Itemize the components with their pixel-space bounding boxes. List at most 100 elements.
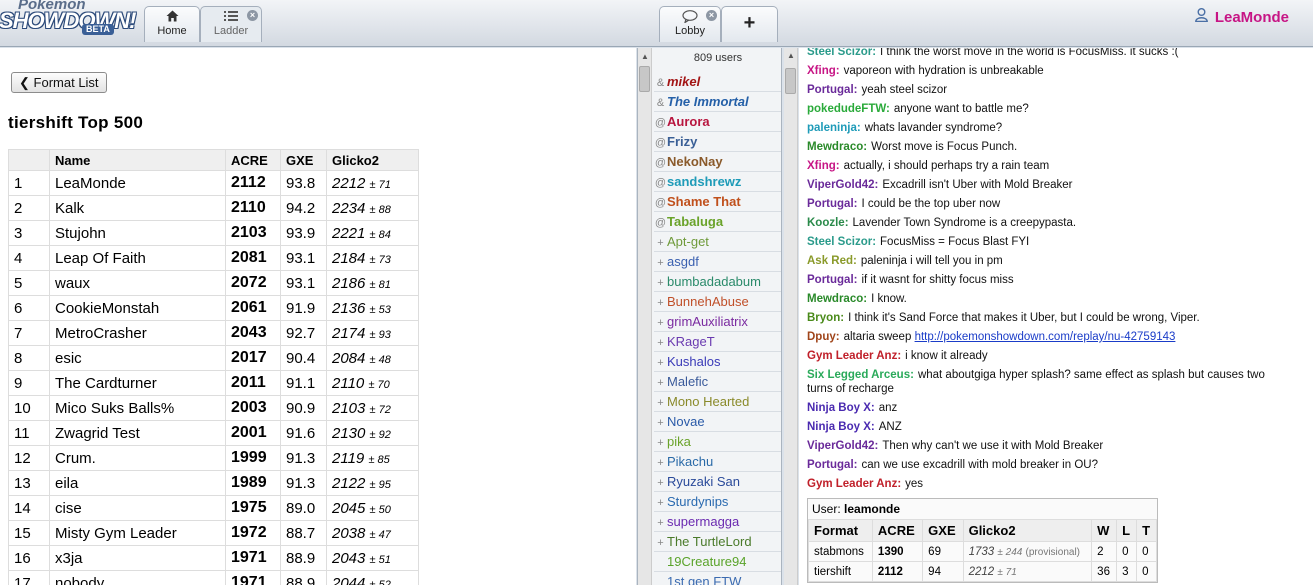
user-menu[interactable]: LeaMonde	[1194, 8, 1289, 26]
close-icon[interactable]: ×	[706, 10, 717, 21]
userlist-item[interactable]: @Aurora	[654, 112, 781, 132]
player-name-cell[interactable]: Leap Of Faith	[49, 245, 226, 271]
userlist-name[interactable]: The TurtleLord	[667, 534, 752, 549]
scroll-up-icon[interactable]: ▲	[785, 51, 797, 63]
chat-username[interactable]: ViperGold42:	[807, 440, 878, 452]
chat-username[interactable]: Portugal:	[807, 84, 857, 96]
rank-format-cell[interactable]: tiershift	[808, 561, 873, 582]
userlist-item[interactable]: + Mono Hearted	[654, 392, 781, 412]
scroll-up-icon[interactable]: ▲	[639, 51, 651, 63]
userlist-scrollbar[interactable]: ▲	[638, 48, 652, 585]
chat-username[interactable]: Xfing:	[807, 65, 840, 77]
player-name-cell[interactable]: eila	[49, 470, 226, 496]
player-name-cell[interactable]: x3ja	[49, 545, 226, 571]
pokemon-showdown-logo[interactable]: Pokemon SHOWDOWN! BETA	[0, 0, 140, 40]
chat-username[interactable]: ViperGold42:	[807, 179, 878, 191]
userlist-name[interactable]: Shame That	[667, 194, 741, 209]
chat-username[interactable]: Steel Scizor:	[807, 48, 876, 58]
userlist-name[interactable]: Malefic	[667, 374, 708, 389]
userlist-name[interactable]: The Immortal	[667, 94, 749, 109]
player-name-cell[interactable]: LeaMonde	[49, 170, 226, 196]
userlist-name[interactable]: BunnehAbuse	[667, 294, 749, 309]
userlist-name[interactable]: grimAuxiliatrix	[667, 314, 748, 329]
userlist-name[interactable]: Pikachu	[667, 454, 713, 469]
chat-username[interactable]: Portugal:	[807, 459, 857, 471]
userlist-item[interactable]: + grimAuxiliatrix	[654, 312, 781, 332]
player-name-cell[interactable]: cise	[49, 495, 226, 521]
userlist-item[interactable]: @Frizy	[654, 132, 781, 152]
replay-link[interactable]: http://pokemonshowdown.com/replay/nu-427…	[915, 331, 1176, 343]
player-name-cell[interactable]: Kalk	[49, 195, 226, 221]
chat-scrollbar[interactable]: ▲	[784, 48, 798, 585]
tab-ladder[interactable]: Ladder ×	[200, 6, 262, 42]
player-name-cell[interactable]: Crum.	[49, 445, 226, 471]
chat-username[interactable]: Koozle:	[807, 217, 849, 229]
userlist-item[interactable]: @NekoNay	[654, 152, 781, 172]
userlist-item[interactable]: & The Immortal	[654, 92, 781, 112]
chat-username[interactable]: Bryon:	[807, 312, 844, 324]
chat-username[interactable]: Ninja Boy X:	[807, 402, 875, 414]
tab-lobby[interactable]: Lobby ×	[659, 6, 721, 42]
userlist-item[interactable]: + Sturdynips	[654, 492, 781, 512]
player-name-cell[interactable]: Misty Gym Leader	[49, 520, 226, 546]
userlist-name[interactable]: Tabaluga	[667, 214, 723, 229]
userlist-name[interactable]: KRageT	[667, 334, 715, 349]
format-list-button[interactable]: ❮ Format List	[11, 72, 107, 93]
userlist-item[interactable]: + supermagga	[654, 512, 781, 532]
userlist-name[interactable]: asgdf	[667, 254, 699, 269]
chat-username[interactable]: Steel Scizor:	[807, 236, 876, 248]
userlist-name[interactable]: supermagga	[667, 514, 739, 529]
userlist-name[interactable]: Novae	[667, 414, 705, 429]
player-name-cell[interactable]: nobody	[49, 570, 226, 585]
userlist-name[interactable]: 19Creature94	[667, 554, 747, 569]
userlist-name[interactable]: pika	[667, 434, 691, 449]
userlist-item[interactable]: + Pikachu	[654, 452, 781, 472]
player-name-cell[interactable]: Zwagrid Test	[49, 420, 226, 446]
userlist-item[interactable]: + pika	[654, 432, 781, 452]
chat-username[interactable]: Six Legged Arceus:	[807, 369, 914, 381]
scrollbar-thumb[interactable]	[639, 66, 650, 92]
userlist-item[interactable]: + Malefic	[654, 372, 781, 392]
chat-username[interactable]: Mewdraco:	[807, 141, 867, 153]
rank-format-cell[interactable]: stabmons	[808, 541, 873, 562]
chat-username[interactable]: pokedudeFTW:	[807, 103, 890, 115]
userlist-name[interactable]: Mono Hearted	[667, 394, 749, 409]
userlist-item[interactable]: + The TurtleLord	[654, 532, 781, 552]
userlist-item[interactable]: + bumbadadabum	[654, 272, 781, 292]
chat-username[interactable]: Ask Red:	[807, 255, 857, 267]
userlist-item[interactable]: + KRageT	[654, 332, 781, 352]
userlist-name[interactable]: Frizy	[667, 134, 697, 149]
userlist-item[interactable]: + Apt-get	[654, 232, 781, 252]
player-name-cell[interactable]: MetroCrasher	[49, 320, 226, 346]
userlist-name[interactable]: Sturdynips	[667, 494, 728, 509]
new-tab-button[interactable]: +	[721, 6, 778, 42]
player-name-cell[interactable]: The Cardturner	[49, 370, 226, 396]
player-name-cell[interactable]: Stujohn	[49, 220, 226, 246]
userlist-item[interactable]: @Tabaluga	[654, 212, 781, 232]
userlist-item[interactable]: + Novae	[654, 412, 781, 432]
userlist-item[interactable]: 19Creature94	[654, 552, 781, 572]
close-icon[interactable]: ×	[247, 10, 258, 21]
userlist-name[interactable]: bumbadadabum	[667, 274, 761, 289]
userlist-name[interactable]: mikel	[667, 74, 700, 89]
userlist-item[interactable]: + BunnehAbuse	[654, 292, 781, 312]
chat-username[interactable]: Gym Leader Anz:	[807, 478, 901, 490]
rank-box-user-name[interactable]: leamonde	[844, 502, 900, 516]
userlist-item[interactable]: + asgdf	[654, 252, 781, 272]
userlist-name[interactable]: Ryuzaki San	[667, 474, 740, 489]
userlist-item[interactable]: @Shame That	[654, 192, 781, 212]
userlist-name[interactable]: NekoNay	[667, 154, 723, 169]
userlist-item[interactable]: 1st gen FTW	[654, 572, 781, 585]
userlist-name[interactable]: 1st gen FTW	[667, 574, 741, 585]
userlist-name[interactable]: Kushalos	[667, 354, 720, 369]
player-name-cell[interactable]: CookieMonstah	[49, 295, 226, 321]
player-name-cell[interactable]: esic	[49, 345, 226, 371]
chat-username[interactable]: Ninja Boy X:	[807, 421, 875, 433]
userlist-item[interactable]: @sandshrewz	[654, 172, 781, 192]
player-name-cell[interactable]: Mico Suks Balls%	[49, 395, 226, 421]
userlist-item[interactable]: & mikel	[654, 72, 781, 92]
chat-username[interactable]: Xfing:	[807, 160, 840, 172]
chat-username[interactable]: Portugal:	[807, 274, 857, 286]
userlist-name[interactable]: Aurora	[667, 114, 710, 129]
chat-username[interactable]: Mewdraco:	[807, 293, 867, 305]
